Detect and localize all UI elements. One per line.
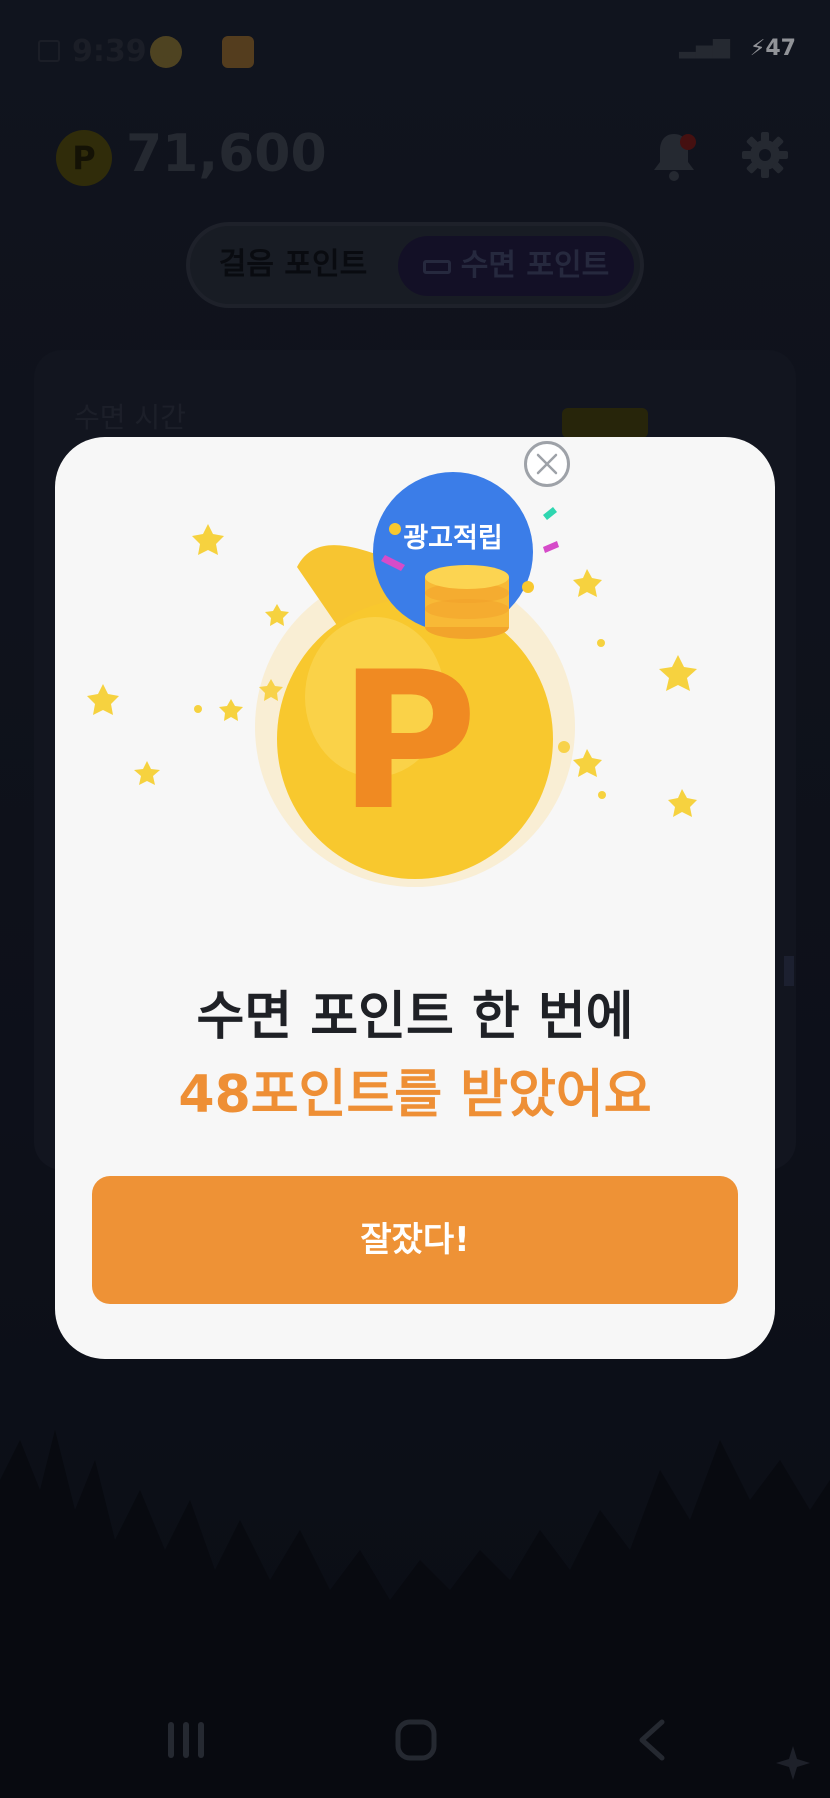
close-button[interactable] [524,441,570,487]
coin-stack-icon [425,565,509,639]
modal-reward-text: 48포인트를 받았어요 [178,1065,652,1125]
confirm-button[interactable]: 잘잤다! [92,1176,738,1304]
close-icon [536,453,558,475]
bag-letter: P [338,631,477,852]
modal-title: 수면 포인트 한 번에 [196,987,634,1047]
money-bag-illustration: P [87,472,697,887]
ad-reward-badge: 광고적립 [403,523,503,554]
